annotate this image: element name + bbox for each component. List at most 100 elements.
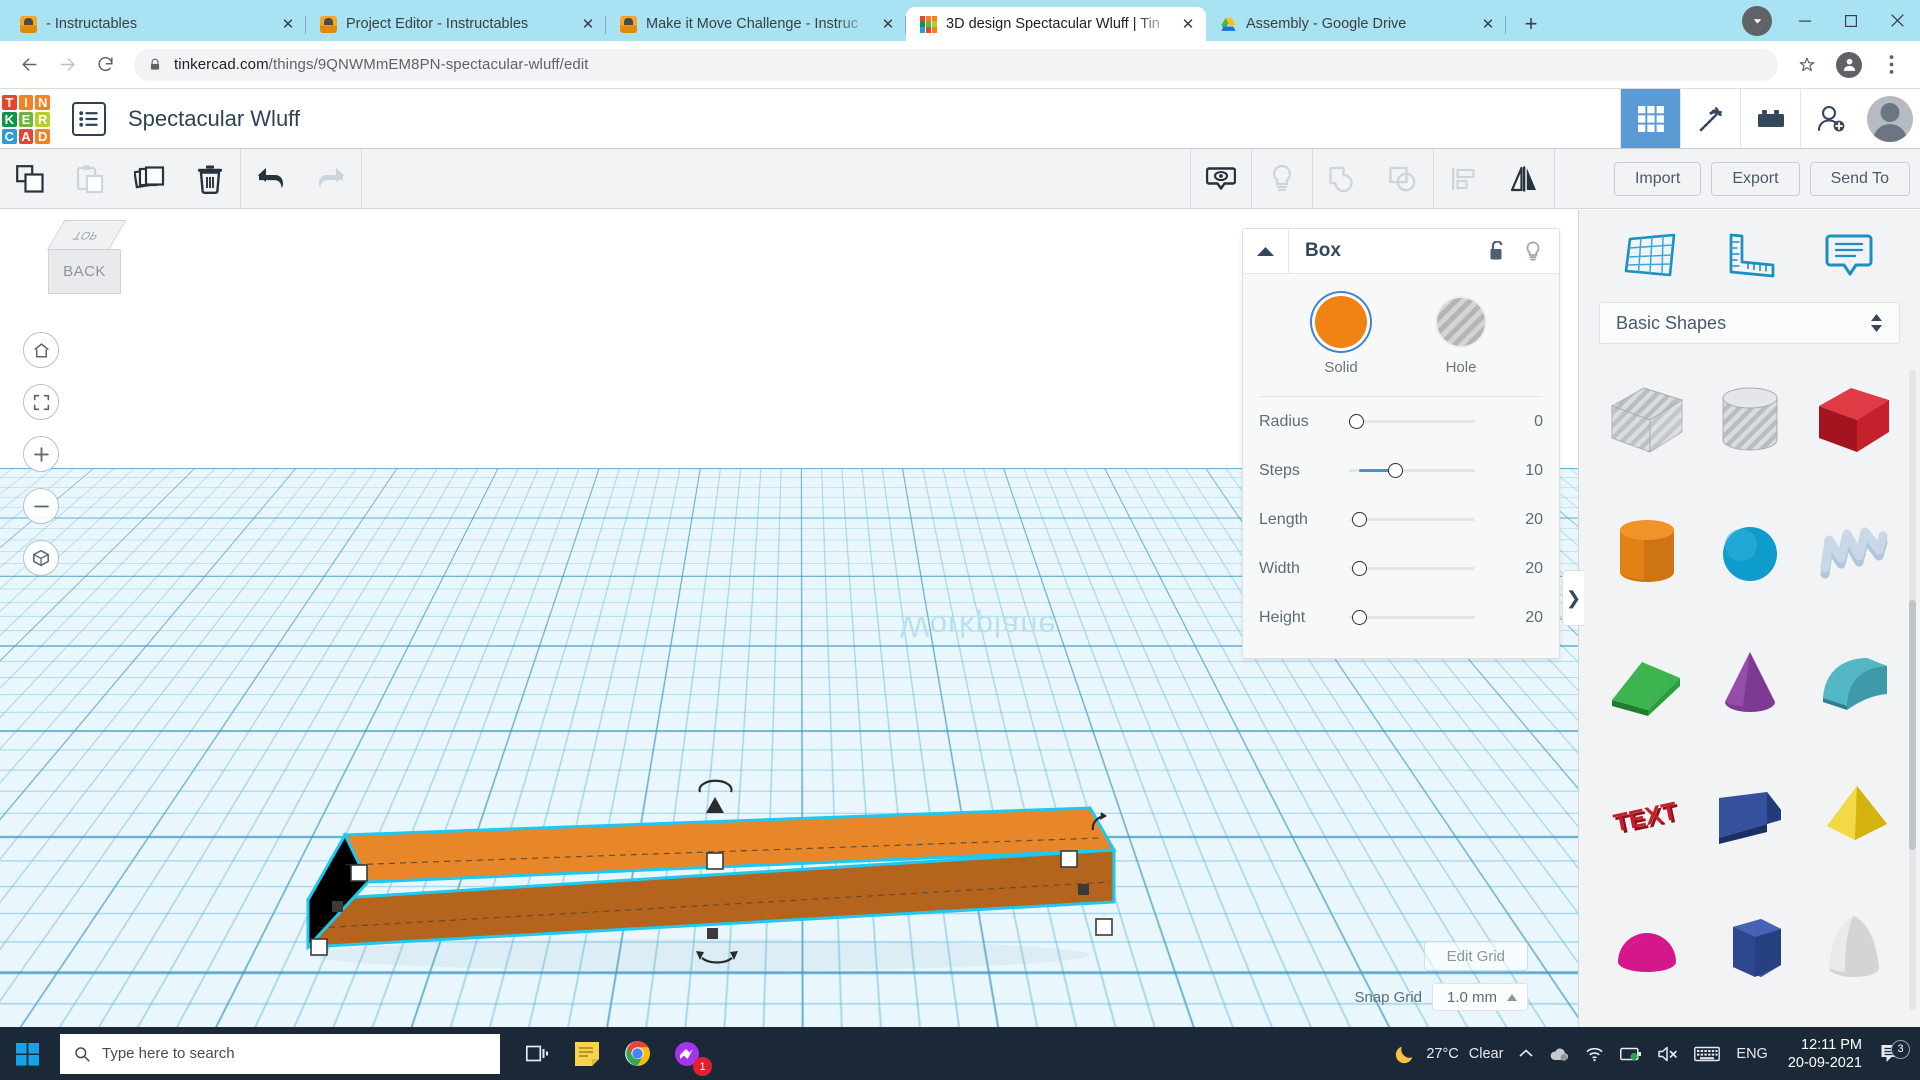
box-shape[interactable] xyxy=(1802,368,1906,472)
windows-start-icon[interactable] xyxy=(0,1027,56,1080)
fit-to-view-icon[interactable] xyxy=(23,384,59,420)
tab-close-icon[interactable]: ✕ xyxy=(278,14,298,34)
blocks-icon[interactable] xyxy=(1740,89,1800,148)
show-hide-eye-icon[interactable] xyxy=(1191,149,1251,209)
search-input[interactable]: Type here to search xyxy=(60,1033,500,1074)
text-shape[interactable]: TEXT TEXT xyxy=(1595,764,1699,868)
keyboard-icon[interactable] xyxy=(1686,1046,1728,1062)
user-avatar[interactable] xyxy=(1860,89,1920,148)
minimize-button[interactable] xyxy=(1782,0,1828,41)
copy-icon[interactable] xyxy=(0,149,60,209)
polygon-shape[interactable] xyxy=(1699,896,1803,1000)
chrome-update-icon[interactable] xyxy=(1742,5,1772,36)
length-slider[interactable] xyxy=(1349,510,1497,530)
task-view-icon[interactable] xyxy=(512,1027,562,1080)
onedrive-icon[interactable] xyxy=(1541,1046,1577,1062)
edit-grid-button[interactable]: Edit Grid xyxy=(1423,941,1528,971)
invite-people-icon[interactable] xyxy=(1800,89,1860,148)
action-center-icon[interactable]: 3 xyxy=(1874,1039,1912,1065)
steps-value[interactable]: 10 xyxy=(1497,462,1543,480)
view-cube[interactable]: TOP BACK xyxy=(35,220,130,300)
cylinder-shape[interactable] xyxy=(1595,500,1699,604)
halfsphere-shape[interactable] xyxy=(1595,896,1699,1000)
length-value[interactable]: 20 xyxy=(1497,511,1543,529)
ruler-icon[interactable] xyxy=(1719,225,1781,287)
shape-category-select[interactable]: Basic Shapes xyxy=(1599,302,1900,344)
tab-close-icon[interactable]: ✕ xyxy=(578,14,598,34)
tinkercad-logo-icon[interactable]: T I N K E R C A D xyxy=(2,94,50,144)
tab-close-icon[interactable]: ✕ xyxy=(1478,14,1498,34)
group-icon[interactable] xyxy=(1313,149,1373,209)
clock[interactable]: 12:11 PM 20-09-2021 xyxy=(1776,1036,1874,1072)
hole-pattern-swatch[interactable] xyxy=(1435,296,1487,348)
browser-tab[interactable]: Assembly - Google Drive ✕ xyxy=(1206,7,1506,41)
home-view-icon[interactable] xyxy=(23,332,59,368)
height-value[interactable]: 20 xyxy=(1497,609,1543,627)
zoom-out-icon[interactable] xyxy=(23,488,59,524)
show-hidden-icons-chevron[interactable] xyxy=(1511,1047,1541,1061)
radius-value[interactable]: 0 xyxy=(1497,413,1543,431)
chrome-menu-icon[interactable] xyxy=(1872,46,1910,84)
snap-grid-select[interactable]: 1.0 mm xyxy=(1431,983,1528,1011)
browser-tab[interactable]: Project Editor - Instructables ✕ xyxy=(306,7,606,41)
scribble-shape[interactable] xyxy=(1802,500,1906,604)
height-slider[interactable] xyxy=(1349,608,1497,628)
ungroup-icon[interactable] xyxy=(1373,149,1433,209)
view-cube-front-face[interactable]: BACK xyxy=(48,249,121,294)
solid-mode-option[interactable]: Solid xyxy=(1315,296,1367,376)
address-bar[interactable]: tinkercad.com/things/9QNWMmEM8PN-spectac… xyxy=(134,48,1778,81)
zoom-in-icon[interactable] xyxy=(23,436,59,472)
page-title[interactable]: Spectacular Wluff xyxy=(128,106,300,132)
new-tab-button[interactable]: + xyxy=(1514,7,1548,41)
redo-icon[interactable] xyxy=(301,149,361,209)
paraboloid-shape[interactable] xyxy=(1802,896,1906,1000)
cone-shape[interactable] xyxy=(1699,632,1803,736)
tab-close-icon[interactable]: ✕ xyxy=(1178,14,1198,34)
pyramid-shape[interactable] xyxy=(1802,764,1906,868)
chrome-icon[interactable] xyxy=(612,1027,662,1080)
undo-icon[interactable] xyxy=(241,149,301,209)
language-indicator[interactable]: ENG xyxy=(1728,1046,1775,1062)
lightbulb-icon[interactable] xyxy=(1252,149,1312,209)
back-button[interactable] xyxy=(10,46,48,84)
orthographic-toggle-icon[interactable] xyxy=(23,540,59,576)
weather-widget[interactable]: 27°C Clear xyxy=(1386,1043,1511,1065)
unlock-icon[interactable] xyxy=(1479,229,1515,274)
view-cube-top-face[interactable]: TOP xyxy=(47,220,127,250)
reload-button[interactable] xyxy=(86,46,124,84)
forward-button[interactable] xyxy=(48,46,86,84)
project-list-menu-icon[interactable] xyxy=(72,101,106,136)
shape-gallery-scrollbar-thumb[interactable] xyxy=(1909,600,1916,850)
sticky-notes-icon[interactable] xyxy=(562,1027,612,1080)
close-window-button[interactable] xyxy=(1874,0,1920,41)
import-button[interactable]: Import xyxy=(1613,161,1702,196)
paste-icon[interactable] xyxy=(60,149,120,209)
browser-tab[interactable]: - Instructables ✕ xyxy=(6,7,306,41)
messenger-icon[interactable]: 1 xyxy=(662,1027,712,1080)
battery-icon[interactable] xyxy=(1612,1047,1650,1061)
align-icon[interactable] xyxy=(1434,149,1494,209)
send-to-button[interactable]: Send To xyxy=(1809,161,1910,196)
roof-shape[interactable] xyxy=(1595,632,1699,736)
halfcylinder-shape[interactable] xyxy=(1802,632,1906,736)
collapse-caret-icon[interactable] xyxy=(1243,228,1289,274)
maximize-button[interactable] xyxy=(1828,0,1874,41)
solid-color-swatch[interactable] xyxy=(1315,296,1367,348)
grid-view-icon[interactable] xyxy=(1620,89,1680,148)
codeblocks-pickaxe-icon[interactable] xyxy=(1680,89,1740,148)
workplane-icon[interactable] xyxy=(1620,225,1682,287)
steps-slider[interactable] xyxy=(1349,461,1497,481)
hole-mode-option[interactable]: Hole xyxy=(1435,296,1487,376)
profile-avatar-chrome[interactable] xyxy=(1830,46,1868,84)
radius-slider[interactable] xyxy=(1349,412,1497,432)
wifi-icon[interactable] xyxy=(1577,1046,1612,1062)
wedge-shape[interactable] xyxy=(1699,764,1803,868)
note-icon[interactable] xyxy=(1818,225,1880,287)
export-button[interactable]: Export xyxy=(1711,161,1800,196)
collapse-shapes-panel-button[interactable]: ❯ xyxy=(1562,570,1584,626)
sphere-shape[interactable] xyxy=(1699,500,1803,604)
cylinder-hole-shape[interactable] xyxy=(1699,368,1803,472)
duplicate-icon[interactable] xyxy=(120,149,180,209)
box-hole-shape[interactable] xyxy=(1595,368,1699,472)
browser-tab-active[interactable]: 3D design Spectacular Wluff | Tin ✕ xyxy=(906,7,1206,41)
